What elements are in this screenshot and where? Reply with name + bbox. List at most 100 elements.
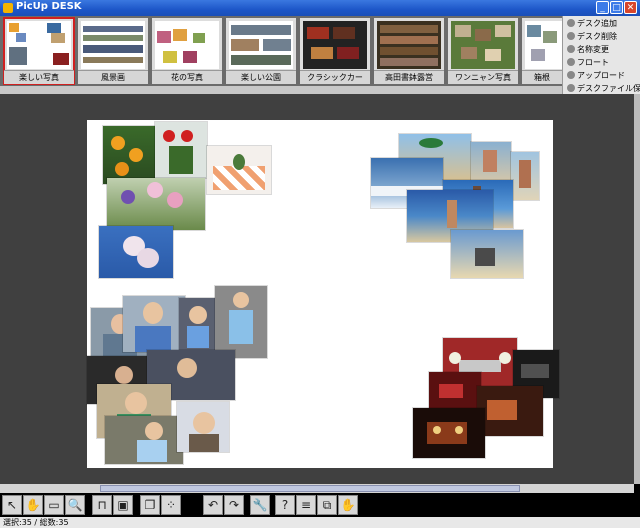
menu-label: デスク追加 [577, 19, 617, 28]
menu-label: 名称変更 [577, 45, 609, 54]
settings-button[interactable]: 🔧 [250, 495, 270, 515]
horizontal-scrollbar[interactable] [0, 484, 634, 493]
menu-label: デスク削除 [577, 32, 617, 41]
desk-thumbnail[interactable]: 楽しい写真 [3, 17, 75, 85]
bottom-toolbar: ↖ ✋ ▭ 🔍 ⊓ ▣ ❐ ⁘ ↶ ↷ 🔧 ? ≡ ⧉ ✋ [0, 493, 640, 517]
pointer-icon: ↖ [6, 498, 18, 512]
desk-thumbnail[interactable]: 箱根 [522, 18, 563, 84]
hand-tool-button[interactable]: ✋ [23, 495, 43, 515]
thumbnail-preview [303, 21, 367, 69]
app-icon [3, 3, 13, 13]
undo-button[interactable]: ↶ [203, 495, 223, 515]
photo-kid-2[interactable] [123, 296, 185, 352]
upload-icon [567, 71, 575, 79]
delete-icon [567, 32, 575, 40]
photo-flowers-red[interactable] [155, 122, 207, 178]
menu-label: アップロード [577, 71, 625, 80]
layers-icon: ❐ [144, 498, 156, 512]
status-bar: 選択:35 / 総数:35 [0, 517, 640, 528]
thumbnail-preview [525, 21, 563, 69]
photo-beach-man[interactable] [511, 152, 539, 200]
thumbnail-strip-scrollbar[interactable] [0, 86, 562, 94]
desk-thumbnail[interactable]: 楽しい公園 [226, 18, 296, 84]
hand-icon: ✋ [25, 498, 41, 512]
scatter-tool-button[interactable]: ⁘ [161, 495, 181, 515]
help-button[interactable]: ? [275, 495, 295, 515]
scatter-icon: ⁘ [165, 498, 177, 512]
thumbnail-preview [451, 21, 515, 69]
photo-kid-3[interactable] [179, 298, 217, 350]
eraser-icon: ▭ [48, 498, 60, 512]
window-title: PicUp DESK [16, 1, 82, 12]
export-button[interactable]: ⧉ [317, 495, 337, 515]
photo-car-interior[interactable] [477, 386, 543, 436]
help-icon: ? [281, 498, 289, 512]
thumbnail-label: 箱根 [522, 70, 562, 84]
menu-float[interactable]: フロート [567, 56, 609, 69]
thumbnail-label: 花の写真 [152, 70, 222, 84]
export-icon: ⧉ [322, 498, 332, 512]
list-button[interactable]: ≡ [296, 495, 316, 515]
wrench-icon: 🔧 [252, 498, 268, 512]
thumbnail-preview [229, 21, 293, 69]
thumbnail-label: 楽しい公園 [226, 70, 296, 84]
stop-hand-icon: ✋ [340, 498, 356, 512]
photo-kid-9[interactable] [177, 402, 229, 452]
menu-delete-desk[interactable]: デスク削除 [567, 30, 617, 43]
photo-flowers-orange[interactable] [103, 126, 155, 184]
layers-tool-button[interactable]: ❐ [140, 495, 160, 515]
photo-beach-cart[interactable] [451, 230, 523, 278]
redo-icon: ↷ [228, 498, 240, 512]
close-button[interactable]: ✕ [624, 1, 637, 14]
minimize-icon: _ [600, 3, 605, 13]
table-icon: ⊓ [97, 498, 107, 512]
undo-icon: ↶ [207, 498, 219, 512]
photo-table-flower[interactable] [207, 146, 271, 194]
redo-button[interactable]: ↷ [224, 495, 244, 515]
thumbnail-preview [155, 21, 219, 69]
pointer-tool-button[interactable]: ↖ [2, 495, 22, 515]
stop-button[interactable]: ✋ [338, 495, 358, 515]
photo-flowers-pink[interactable] [107, 178, 205, 230]
thumbnail-label: ワンニャン写真 [448, 70, 518, 84]
photo-kid-4[interactable] [215, 286, 267, 358]
thumbnail-label: 高田書鉢露営 [374, 70, 444, 84]
scrollbar-thumb[interactable] [100, 485, 520, 492]
photo-car-vintage[interactable] [413, 408, 485, 458]
table-tool-button[interactable]: ⊓ [92, 495, 112, 515]
menu-rename[interactable]: 名称変更 [567, 43, 609, 56]
thumbnail-preview [7, 21, 71, 69]
zoom-icon: 🔍 [67, 498, 83, 512]
list-icon: ≡ [300, 498, 312, 512]
thumbnail-preview [81, 21, 145, 69]
menu-upload[interactable]: アップロード [567, 69, 625, 82]
menu-add-desk[interactable]: デスク追加 [567, 17, 617, 30]
desk-thumbnail[interactable]: ワンニャン写真 [448, 18, 518, 84]
desk-thumbnail[interactable]: クラシックカー [300, 18, 370, 84]
thumbnail-label: 風景画 [78, 70, 148, 84]
menu-label: フロート [577, 58, 609, 67]
monitor-tool-button[interactable]: ▣ [113, 495, 133, 515]
maximize-button[interactable]: □ [610, 1, 623, 14]
save-icon [567, 84, 575, 92]
desk-thumbnail[interactable]: 花の写真 [152, 18, 222, 84]
photo-kid-8[interactable] [105, 416, 183, 464]
float-icon [567, 58, 575, 66]
photo-beach-surfer[interactable] [471, 142, 511, 184]
thumbnail-label: 楽しい写真 [4, 70, 74, 84]
desk-paper [87, 120, 559, 468]
desk-thumbnail[interactable]: 風景画 [78, 18, 148, 84]
title-bar: PicUp DESK _ □ ✕ [0, 0, 640, 16]
desk-thumbnail-strip: 楽しい写真 風景画 花の写真 楽しい公園 クラシックカー 高田書鉢露営 ワンニャ… [0, 16, 640, 86]
desk-menu: デスク追加 デスク削除 名称変更 フロート アップロード デスクファイル保存 [562, 16, 640, 94]
minimize-button[interactable]: _ [596, 1, 609, 14]
zoom-tool-button[interactable]: 🔍 [65, 495, 85, 515]
close-icon: ✕ [626, 3, 635, 13]
desk-thumbnail[interactable]: 高田書鉢露営 [374, 18, 444, 84]
eraser-tool-button[interactable]: ▭ [44, 495, 64, 515]
maximize-icon: □ [612, 3, 621, 13]
rename-icon [567, 45, 575, 53]
thumbnail-label: クラシックカー [300, 70, 370, 84]
photo-cherry-blossom[interactable] [99, 226, 173, 278]
vertical-scrollbar[interactable] [634, 94, 640, 484]
